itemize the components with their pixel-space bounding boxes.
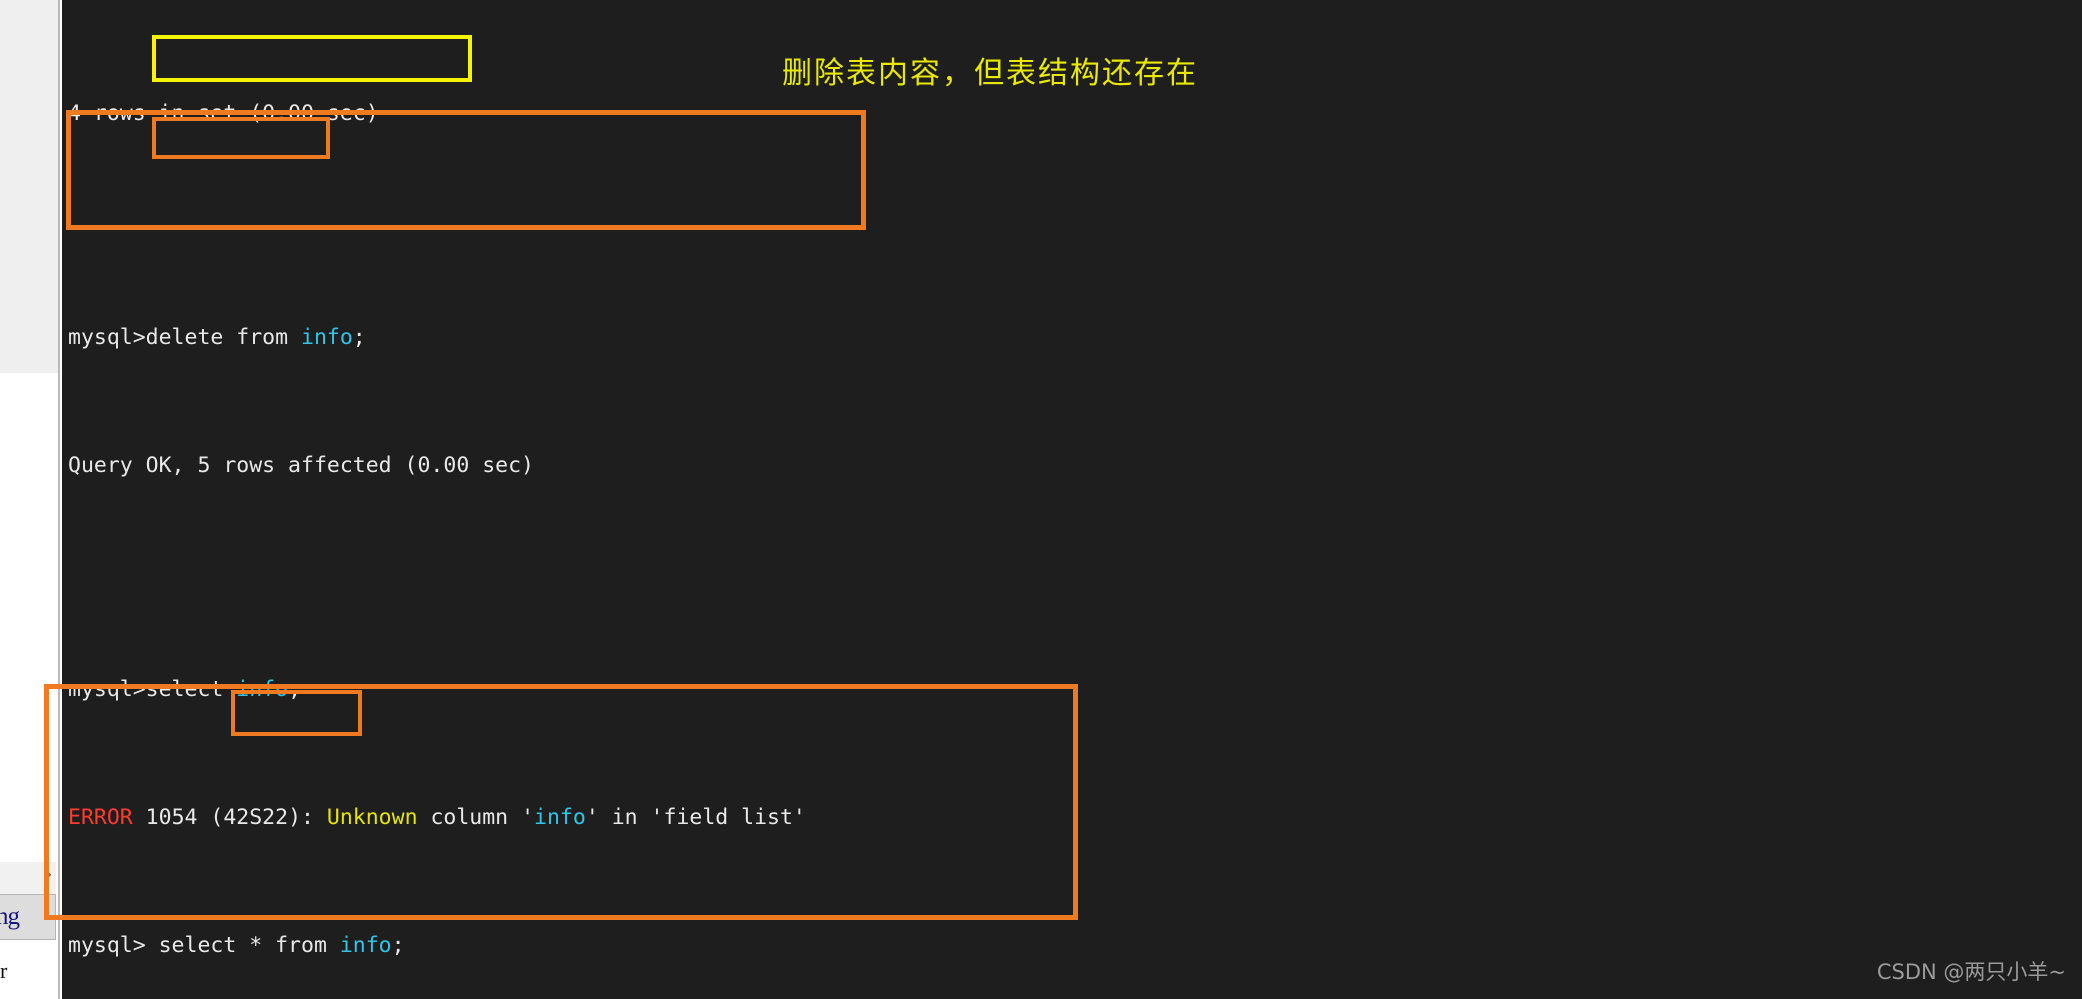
- left-tail-text: r: [0, 958, 8, 983]
- query-ok-text: Query OK, 5 rows affected (0.00 sec): [68, 453, 534, 478]
- left-gray-panel: [0, 0, 58, 373]
- mysql-terminal[interactable]: 4 rows in set (0.00 sec) mysql>delete fr…: [62, 0, 2082, 999]
- terminal-line-select-cmd: mysql>select info;: [68, 674, 2082, 706]
- select-command-column: info: [236, 677, 289, 702]
- error-quote-close: ': [585, 805, 599, 830]
- annotation-text: 删除表内容，但表结构还存在: [782, 56, 1198, 91]
- terminal-line-select-star: mysql> select * from info;: [68, 930, 2082, 962]
- terminal-line-error: ERROR 1054 (42S22): Unknown column 'info…: [68, 802, 2082, 834]
- left-desktop-strip: › ng r: [0, 0, 62, 999]
- delete-command-text: delete from: [145, 325, 302, 350]
- error-quote-open: ': [521, 805, 535, 830]
- terminal-line-query-ok: Query OK, 5 rows affected (0.00 sec): [68, 450, 2082, 482]
- select-command-semicolon: ;: [288, 677, 302, 702]
- error-column-word: column: [417, 805, 522, 830]
- csdn-watermark: CSDN @两只小羊~: [1876, 960, 2066, 984]
- rows-in-set-text: 4 rows in set (0.00 sec): [68, 101, 379, 126]
- error-code-text: 1054 (42S22):: [132, 805, 327, 830]
- select-star-table: info: [339, 933, 392, 958]
- prompt-label: mysql>: [68, 677, 146, 702]
- prompt-label: mysql>: [68, 325, 146, 350]
- terminal-line-delete-cmd: mysql>delete from info;: [68, 322, 2082, 354]
- select-command-text: select: [145, 677, 237, 702]
- screenshot-root: › ng r 4 rows in set (0.00 sec) mysql>de…: [0, 0, 2082, 999]
- select-star-text: select * from: [145, 933, 340, 958]
- left-divider: [58, 0, 60, 999]
- delete-command-table: info: [301, 325, 353, 350]
- chevron-right-icon[interactable]: ›: [46, 868, 52, 882]
- left-widget-bottom[interactable]: ng: [0, 894, 56, 940]
- error-label: ERROR: [68, 805, 133, 830]
- terminal-line: 4 rows in set (0.00 sec): [68, 98, 2082, 130]
- left-widget-top[interactable]: ›: [0, 862, 56, 895]
- select-star-semicolon: ;: [391, 933, 405, 958]
- error-field-list-text: in 'field list': [598, 805, 806, 830]
- delete-command-semicolon: ;: [352, 325, 366, 350]
- prompt-label: mysql>: [68, 933, 146, 958]
- error-unknown-word: Unknown: [326, 805, 418, 830]
- error-column-name: info: [534, 805, 586, 830]
- left-widget-label: ng: [0, 903, 20, 930]
